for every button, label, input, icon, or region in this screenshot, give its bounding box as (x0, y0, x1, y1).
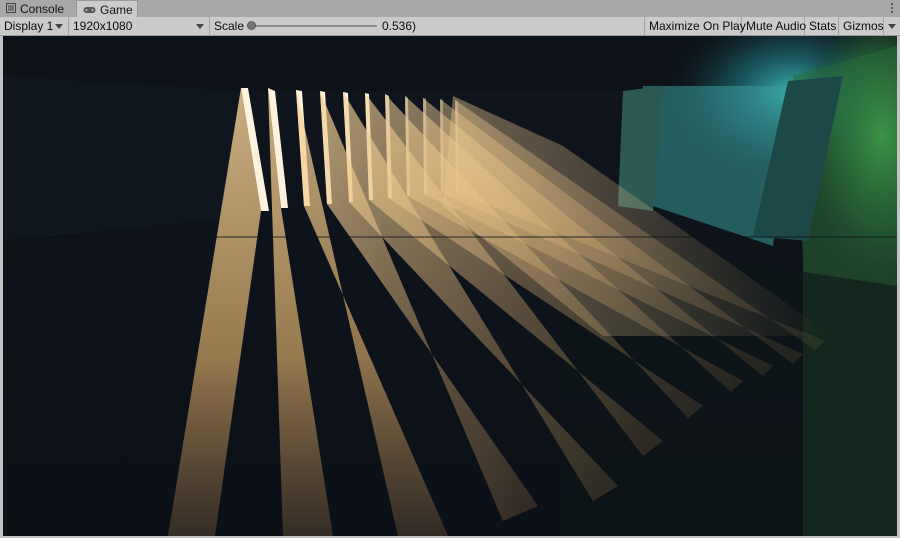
scale-label: Scale (214, 19, 245, 33)
more-options-icon[interactable] (890, 1, 894, 15)
stats-label: Stats (809, 19, 837, 33)
scale-slider-track[interactable] (251, 25, 377, 27)
game-toolbar: Display 1 1920x1080 Scale 0.536) Maximiz… (0, 17, 900, 36)
console-icon (6, 2, 16, 16)
maximize-on-play-toggle[interactable]: Maximize On Play (645, 17, 746, 35)
tab-game-label: Game (100, 2, 133, 17)
resolution-dropdown[interactable]: 1920x1080 (69, 17, 210, 35)
chevron-down-icon (55, 24, 63, 29)
display-label: Display 1 (4, 19, 54, 33)
resolution-label: 1920x1080 (73, 19, 133, 33)
stats-toggle[interactable]: Stats (805, 17, 839, 35)
scene-render (3, 36, 897, 536)
scale-slider-thumb[interactable] (247, 21, 256, 30)
display-dropdown[interactable]: Display 1 (0, 17, 69, 35)
editor-tab-bar: Console Game (0, 0, 900, 18)
chevron-down-icon (196, 24, 204, 29)
gizmos-label: Gizmos (843, 19, 884, 33)
gizmos-toggle[interactable]: Gizmos (839, 17, 884, 35)
gamepad-icon (83, 3, 96, 17)
mute-audio-toggle[interactable]: Mute Audio (742, 17, 807, 35)
scale-value: 0.536) (382, 19, 417, 33)
tab-game[interactable]: Game (76, 0, 138, 18)
gizmos-dropdown[interactable] (884, 17, 900, 35)
tab-console[interactable]: Console (0, 0, 74, 17)
game-viewport[interactable] (3, 36, 897, 536)
maximize-label: Maximize On Play (649, 19, 746, 33)
mute-label: Mute Audio (746, 19, 807, 33)
tab-console-label: Console (20, 1, 65, 16)
chevron-down-icon (888, 24, 896, 29)
